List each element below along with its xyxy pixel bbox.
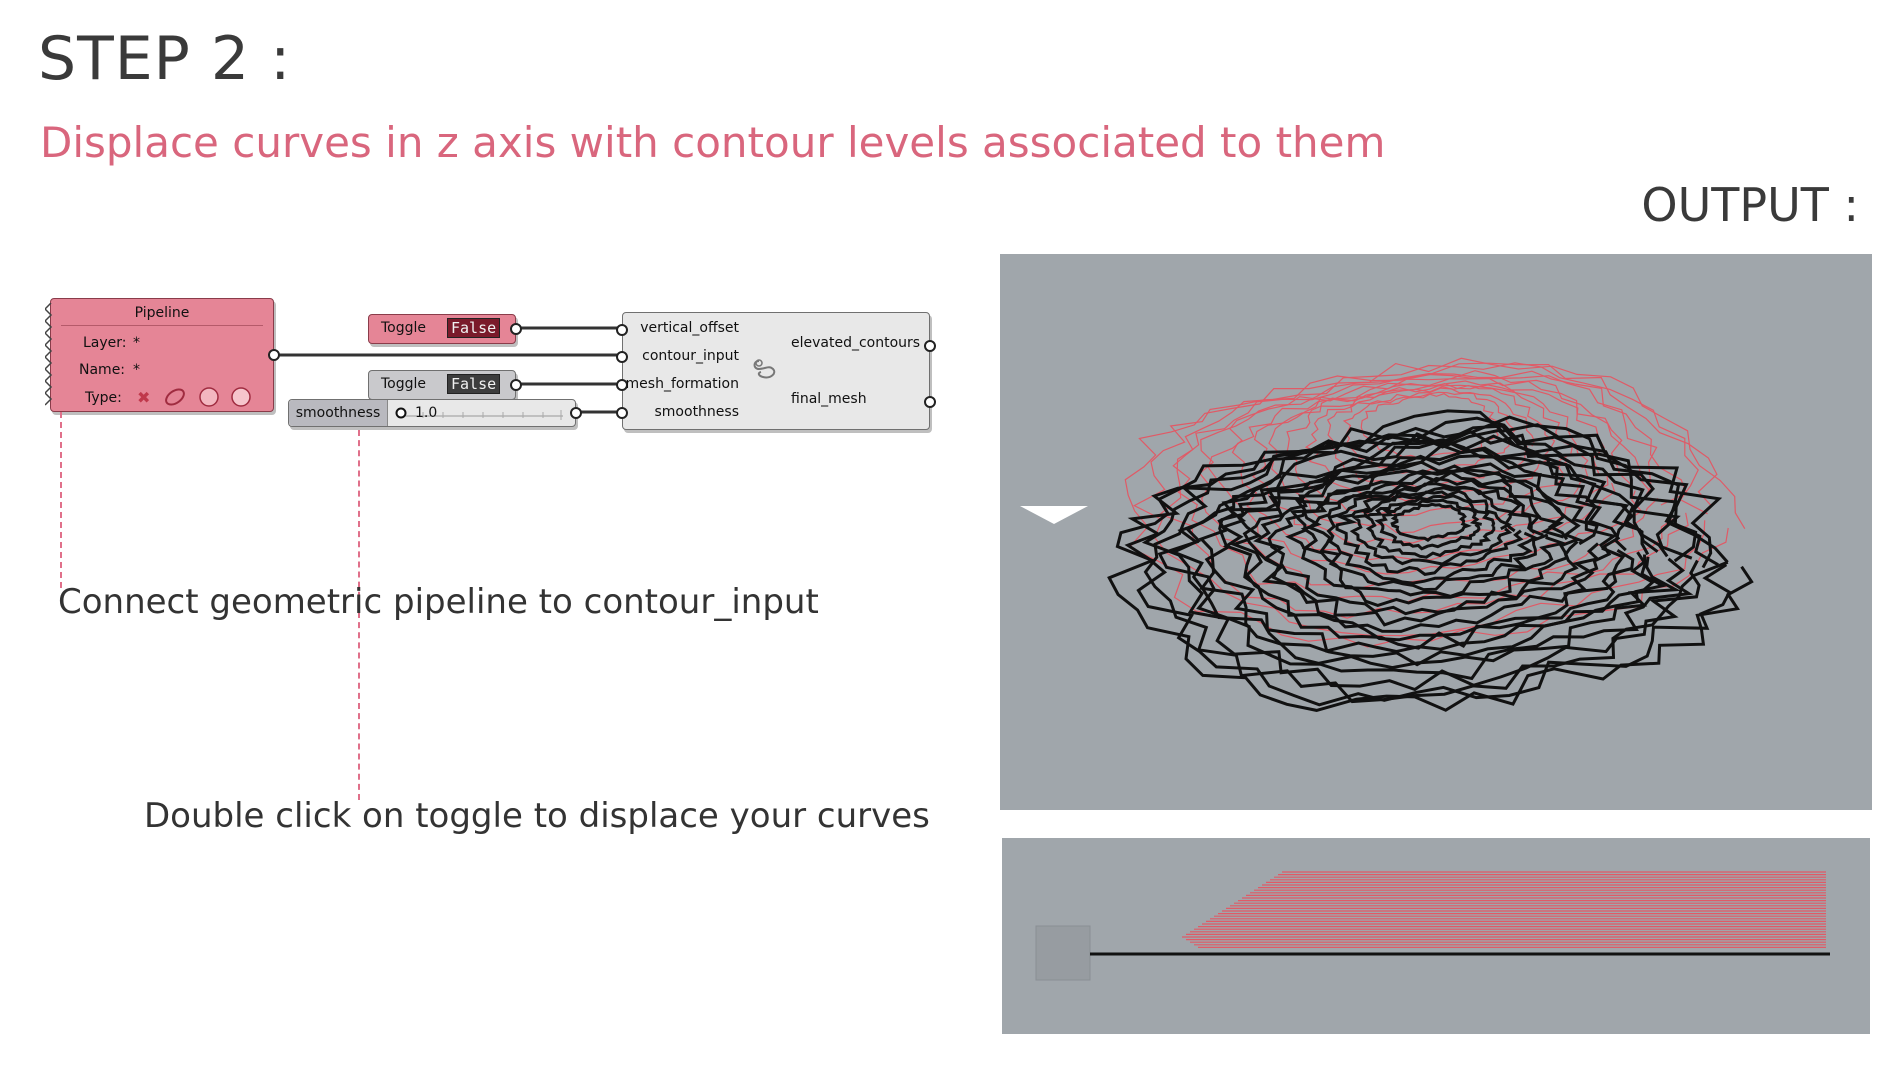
pipeline-output-port[interactable] (268, 349, 280, 361)
toggle-2-value[interactable]: False (447, 374, 501, 394)
toggle-1-output-port[interactable] (510, 323, 522, 335)
point-type-icon: ✖ (137, 388, 150, 407)
toggle-2-output-port[interactable] (510, 379, 522, 391)
elevation-red-lines (1182, 871, 1826, 949)
smoothness-slider[interactable]: smoothness 1.0 (288, 399, 582, 427)
contour-line (1124, 357, 1746, 648)
surface-type-icon (199, 387, 219, 407)
toggle-mesh-formation[interactable]: Toggle False (368, 370, 522, 400)
output-port-elevated-contours[interactable] (924, 340, 936, 352)
input-port-contour-input[interactable] (616, 351, 628, 363)
black-contour-lines (1107, 409, 1754, 712)
grid-tile-icon (1035, 925, 1091, 981)
slider-handle-icon (395, 407, 407, 419)
pipeline-title: Pipeline (134, 305, 190, 321)
red-contour-lines (1124, 357, 1746, 648)
displace-script-component[interactable]: vertical_offset contour_input mesh_forma… (616, 312, 936, 430)
toggle-1-value[interactable]: False (447, 318, 501, 338)
input-port-vertical-offset[interactable] (616, 324, 628, 336)
caption-connect-pipeline: Connect geometric pipeline to contour_in… (58, 582, 819, 622)
input-mesh-formation: mesh_formation (625, 376, 739, 392)
svg-text:✖: ✖ (137, 388, 150, 407)
caption-double-click-toggle: Double click on toggle to displace your … (144, 796, 930, 836)
elevation-render (1035, 871, 1830, 981)
output-port-final-mesh[interactable] (924, 396, 936, 408)
type-icons: ✖ (137, 387, 251, 407)
type-label: Type: (85, 390, 122, 406)
contour-render (1020, 357, 1754, 712)
guide-line-pipeline (60, 412, 62, 588)
view-cube-icon (1020, 506, 1088, 524)
divider (61, 325, 263, 326)
elevation-viewport[interactable] (1002, 838, 1870, 1034)
python-swan-icon (753, 359, 776, 379)
slider-output-port[interactable] (570, 407, 582, 419)
toggle-1-label: Toggle (381, 320, 427, 336)
slider-label: smoothness (289, 400, 388, 426)
input-port-smoothness[interactable] (616, 407, 628, 419)
pipeline-component[interactable]: Pipeline Layer: * Name: * Type: ✖ (45, 298, 280, 412)
name-label: Name: (79, 362, 126, 378)
input-smoothness: smoothness (654, 404, 740, 420)
layer-value[interactable]: * (133, 335, 140, 351)
mesh-type-icon (231, 387, 251, 407)
perspective-viewport[interactable] (1000, 254, 1872, 810)
slider-value: 1.0 (415, 405, 438, 421)
toggle-2-label: Toggle (381, 376, 427, 392)
layer-label: Layer: (83, 335, 127, 351)
input-contour-input: contour_input (642, 348, 739, 364)
output-final-mesh: final_mesh (791, 391, 867, 407)
output-elevated-contours: elevated_contours (791, 335, 921, 351)
curve-type-icon (165, 388, 185, 406)
name-value[interactable]: * (133, 362, 140, 378)
toggle-vertical-offset[interactable]: Toggle False (368, 314, 522, 344)
input-vertical-offset: vertical_offset (640, 320, 739, 336)
